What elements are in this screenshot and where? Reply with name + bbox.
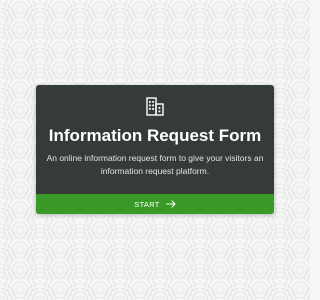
form-title: Information Request Form [48, 126, 262, 145]
start-button-label: START [134, 199, 160, 209]
start-button[interactable]: START [36, 194, 274, 214]
building-icon [146, 97, 164, 116]
form-description: An online information request form to gi… [46, 153, 264, 176]
form-card: Information Request Form An online infor… [36, 85, 274, 214]
arrow-right-icon [165, 200, 176, 208]
